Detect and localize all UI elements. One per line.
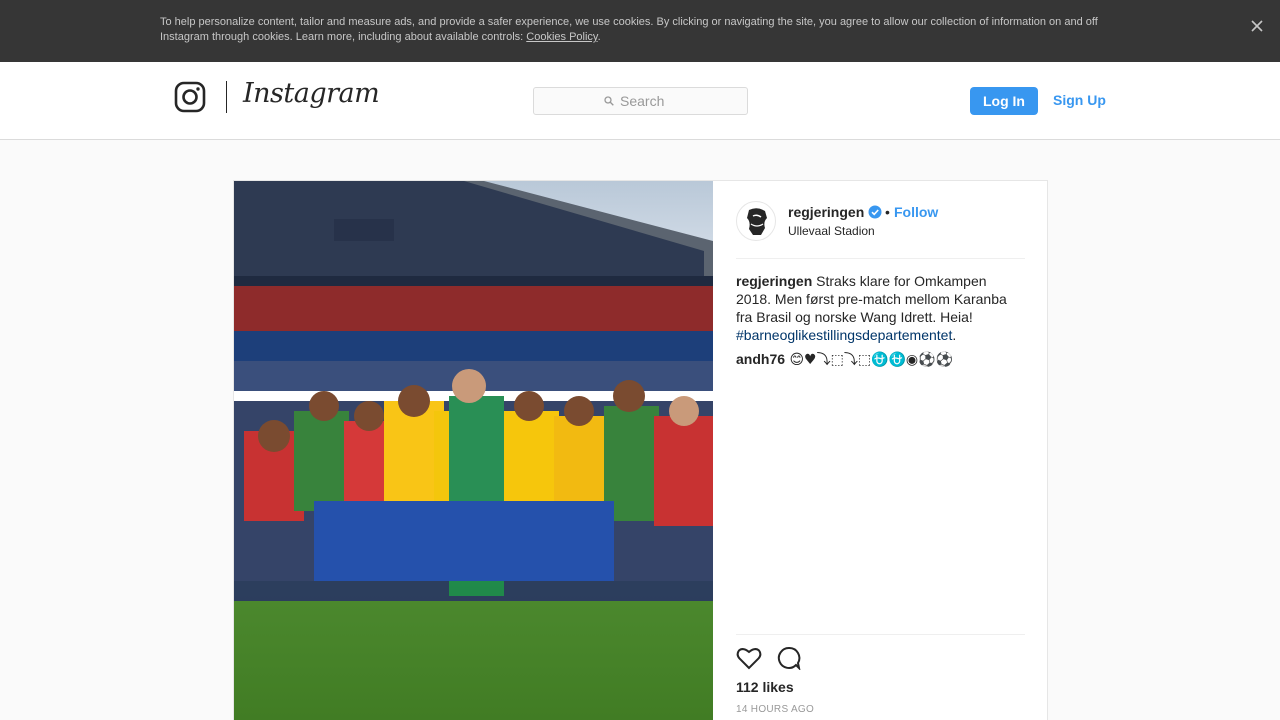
avatar[interactable] — [736, 201, 776, 241]
search-input[interactable] — [620, 92, 740, 110]
search-icon — [604, 96, 614, 106]
instagram-logo-icon[interactable] — [174, 81, 206, 113]
post-header: regjeringen • Follow Ullevaal Stadion — [736, 201, 1025, 259]
search-box[interactable] — [533, 87, 748, 115]
author-username[interactable]: regjeringen — [788, 204, 864, 220]
hashtag-link[interactable]: #barneoglikestillingsdepartementet — [736, 327, 952, 343]
post-image — [234, 181, 713, 720]
instagram-wordmark[interactable]: Instagram — [243, 78, 380, 109]
heart-icon[interactable] — [736, 646, 762, 670]
cookie-banner: To help personalize content, tailor and … — [0, 0, 1280, 62]
top-navbar: Instagram Log In Sign Up — [0, 62, 1280, 140]
close-icon[interactable] — [1248, 17, 1266, 35]
lion-crest-icon — [747, 208, 767, 235]
post-caption: regjeringen Straks klare for Omkampen 20… — [736, 272, 1025, 344]
post-sidebar: regjeringen • Follow Ullevaal Stadion re… — [713, 181, 1048, 720]
verified-badge-icon — [868, 205, 882, 219]
post-location[interactable]: Ullevaal Stadion — [788, 224, 875, 238]
cookie-trailing: . — [597, 31, 601, 43]
comment-text: 😊♥⤵⬚⤵⬚⛎⛎◉⚽⚽ — [785, 352, 954, 368]
follow-button[interactable]: Follow — [894, 204, 938, 220]
caption-trailing: . — [952, 327, 957, 343]
sign-up-link[interactable]: Sign Up — [1053, 92, 1106, 108]
likes-count[interactable]: 112 likes — [736, 679, 794, 695]
post-card: regjeringen • Follow Ullevaal Stadion re… — [233, 180, 1048, 720]
post-photo[interactable] — [234, 181, 713, 720]
actions-divider — [736, 634, 1025, 635]
logo-divider — [226, 81, 227, 113]
comment-bubble-icon[interactable] — [777, 646, 801, 670]
cookie-banner-text: To help personalize content, tailor and … — [160, 15, 1110, 45]
comment-username[interactable]: andh76 — [736, 351, 785, 367]
log-in-button[interactable]: Log In — [970, 87, 1038, 115]
post-timestamp[interactable]: 14 HOURS AGO — [736, 704, 814, 715]
cookies-policy-link[interactable]: Cookies Policy — [526, 31, 597, 43]
separator-dot: • — [885, 204, 890, 220]
comment-item: andh76 😊♥⤵⬚⤵⬚⛎⛎◉⚽⚽ — [736, 350, 1025, 369]
cookie-message: To help personalize content, tailor and … — [160, 16, 1098, 43]
caption-username[interactable]: regjeringen — [736, 273, 812, 289]
